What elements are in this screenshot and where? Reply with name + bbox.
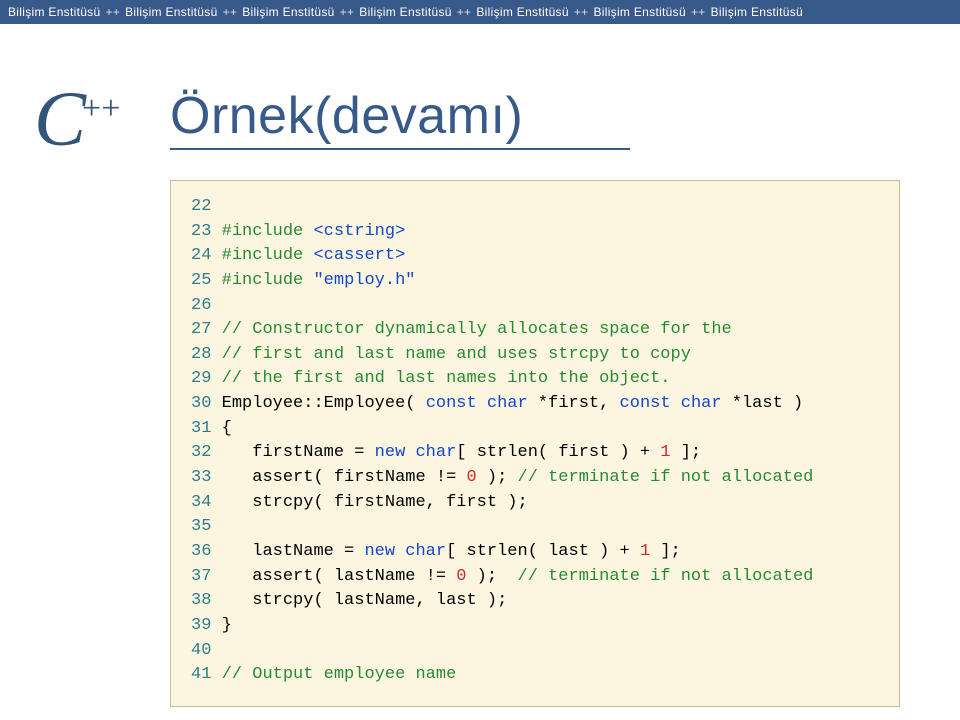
code-line: 36 lastName = new char[ strlen( last ) +…: [189, 540, 881, 565]
code-line: 33 assert( firstName != 0 ); // terminat…: [189, 466, 881, 491]
line-number: 26: [189, 294, 211, 319]
banner-separator: ++: [335, 5, 360, 19]
line-number: 24: [189, 244, 211, 269]
code-line: 29 // the first and last names into the …: [189, 367, 881, 392]
line-number: 27: [189, 318, 211, 343]
code-token: 1: [660, 443, 670, 462]
line-number: 40: [189, 639, 211, 664]
banner-text: Bilişim Enstitüsü: [476, 5, 568, 19]
banner-separator: ++: [218, 5, 243, 19]
top-banner: Bilişim Enstitüsü++Bilişim Enstitüsü++Bi…: [0, 0, 960, 24]
code-token: lastName =: [222, 542, 365, 561]
code-token: // Output employee name: [222, 665, 457, 684]
code-token: #include: [222, 271, 314, 290]
code-token: "employ.h": [313, 271, 415, 290]
line-number: 34: [189, 491, 211, 516]
code-token: new char: [375, 443, 457, 462]
code-line: 30 Employee::Employee( const char *first…: [189, 392, 881, 417]
code-token: 0: [466, 468, 476, 487]
page-title: Örnek(devamı): [170, 90, 630, 146]
code-token: 0: [456, 567, 466, 586]
line-number: 41: [189, 663, 211, 688]
line-number: 25: [189, 269, 211, 294]
banner-separator: ++: [686, 5, 711, 19]
code-token: firstName =: [222, 443, 375, 462]
code-line: 24 #include <cassert>: [189, 244, 881, 269]
code-token: // first and last name and uses strcpy t…: [222, 345, 691, 364]
code-token: <cassert>: [313, 246, 405, 265]
code-token: {: [222, 419, 232, 438]
code-line: 40: [189, 639, 881, 664]
code-line: 28 // first and last name and uses strcp…: [189, 343, 881, 368]
banner-separator: ++: [100, 5, 125, 19]
line-number: 39: [189, 614, 211, 639]
banner-text: Bilişim Enstitüsü: [359, 5, 451, 19]
code-line: 35: [189, 515, 881, 540]
code-line: 39 }: [189, 614, 881, 639]
code-line: 25 #include "employ.h": [189, 269, 881, 294]
logo-letter: C: [34, 75, 86, 162]
line-number: 38: [189, 589, 211, 614]
line-number: 30: [189, 392, 211, 417]
banner-separator: ++: [452, 5, 477, 19]
code-line: 31 {: [189, 417, 881, 442]
slide: Bilişim Enstitüsü++Bilişim Enstitüsü++Bi…: [0, 0, 960, 720]
banner-text: Bilişim Enstitüsü: [242, 5, 334, 19]
code-token: <cstring>: [313, 222, 405, 241]
code-token: }: [222, 616, 232, 635]
code-token: const char: [620, 394, 722, 413]
line-number: 31: [189, 417, 211, 442]
line-number: 33: [189, 466, 211, 491]
code-line: 27 // Constructor dynamically allocates …: [189, 318, 881, 343]
logo-plusplus: ++: [82, 90, 120, 127]
code-line: 26: [189, 294, 881, 319]
cpp-logo: C++: [34, 80, 124, 158]
code-line: 34 strcpy( firstName, first );: [189, 491, 881, 516]
code-line: 32 firstName = new char[ strlen( first )…: [189, 441, 881, 466]
title-underline: [170, 148, 630, 150]
code-line: 41 // Output employee name: [189, 663, 881, 688]
line-number: 37: [189, 565, 211, 590]
code-token: 1: [640, 542, 650, 561]
code-token: [ strlen( last ) +: [446, 542, 640, 561]
line-number: 22: [189, 195, 211, 220]
code-block: 22 23 #include <cstring>24 #include <cas…: [170, 180, 900, 707]
code-line: 23 #include <cstring>: [189, 220, 881, 245]
banner-text: Bilişim Enstitüsü: [593, 5, 685, 19]
banner-separator: ++: [569, 5, 594, 19]
line-number: 23: [189, 220, 211, 245]
code-token: strcpy( lastName, last );: [222, 591, 508, 610]
code-token: #include: [222, 222, 314, 241]
code-token: // the first and last names into the obj…: [222, 369, 671, 388]
line-number: 28: [189, 343, 211, 368]
code-token: new char: [364, 542, 446, 561]
code-token: [ strlen( first ) +: [456, 443, 660, 462]
code-token: #include: [222, 246, 314, 265]
banner-text: Bilişim Enstitüsü: [711, 5, 803, 19]
code-token: const char: [426, 394, 528, 413]
title-block: Örnek(devamı): [170, 90, 630, 150]
banner-text: Bilişim Enstitüsü: [8, 5, 100, 19]
code-token: *last ): [722, 394, 804, 413]
code-token: assert( lastName !=: [222, 567, 457, 586]
code-token: // Constructor dynamically allocates spa…: [222, 320, 732, 339]
banner-text: Bilişim Enstitüsü: [125, 5, 217, 19]
code-line: 37 assert( lastName != 0 ); // terminate…: [189, 565, 881, 590]
code-token: strcpy( firstName, first );: [222, 493, 528, 512]
line-number: 35: [189, 515, 211, 540]
code-line: 22: [189, 195, 881, 220]
code-token: // terminate if not allocated: [518, 468, 814, 487]
code-token: assert( firstName !=: [222, 468, 467, 487]
code-token: Employee::Employee(: [222, 394, 426, 413]
code-token: ];: [650, 542, 681, 561]
code-line: 38 strcpy( lastName, last );: [189, 589, 881, 614]
code-token: *first,: [528, 394, 620, 413]
line-number: 36: [189, 540, 211, 565]
code-token: // terminate if not allocated: [518, 567, 814, 586]
code-token: ];: [671, 443, 702, 462]
line-number: 29: [189, 367, 211, 392]
code-token: );: [477, 468, 518, 487]
line-number: 32: [189, 441, 211, 466]
code-token: );: [466, 567, 517, 586]
